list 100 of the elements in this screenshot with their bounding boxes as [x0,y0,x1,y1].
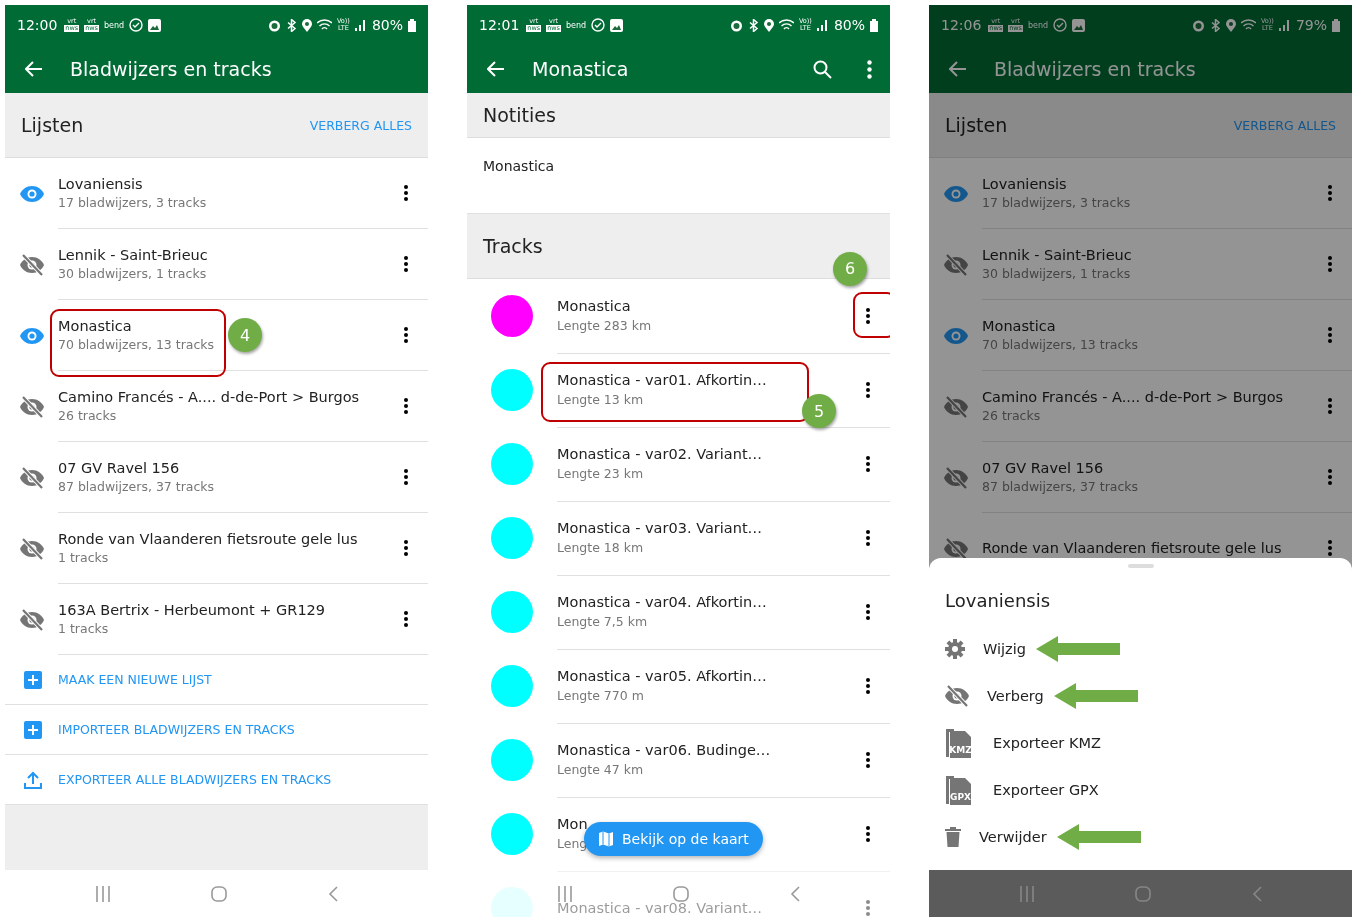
settings-icon [945,638,965,659]
track-name[interactable]: Monastica - var04. Afkortin… [557,594,767,610]
plus-icon [24,720,42,739]
back-arrow-icon[interactable] [487,61,505,77]
status-time: 12:06 [941,17,982,33]
eye-icon[interactable] [943,185,968,202]
list-name[interactable]: Ronde van Vlaanderen fietsroute gele lus [58,531,358,547]
signal-icon [354,19,367,31]
more-icon [866,825,870,842]
more-icon [866,677,870,694]
screen-title: Monastica [532,58,630,80]
highlight-outline [853,291,890,338]
menu-option[interactable]: Verwijder [945,826,1047,847]
menu-option[interactable]: GPX Exporteer GPX [945,774,1099,805]
eye-crossed-icon[interactable] [945,684,969,707]
search-icon[interactable] [813,59,832,79]
recent-apps-icon[interactable] [1019,885,1036,902]
more-icon [404,256,408,272]
home-icon[interactable] [673,885,690,902]
list-details: 30 bladwijzers, 1 tracks [982,266,1131,281]
note-text: Monastica [483,158,555,174]
list-name[interactable]: Lovaniensis [982,176,1067,192]
drag-handle[interactable] [1127,564,1154,568]
image-icon [610,18,624,32]
more-icon [1328,469,1332,485]
more-icon [1328,540,1332,556]
list-name[interactable]: Ronde van Vlaanderen fietsroute gele lus [982,540,1282,556]
check-circle-icon [591,18,606,32]
more-icon [866,603,870,620]
list-name[interactable]: 07 GV Ravel 156 [58,460,180,476]
track-name[interactable]: Monastica - var03. Variant… [557,520,763,536]
list-name[interactable]: Lennik - Saint-Brieuc [58,247,208,263]
track-length: Lengte 23 km [557,466,644,481]
location-icon [301,18,312,32]
more-icon [404,398,408,414]
home-icon[interactable] [211,885,228,902]
track-length: Lengte 283 km [557,318,652,333]
wifi-icon [316,19,332,31]
image-icon [1072,18,1086,32]
track-length: Lengte 18 km [557,540,644,555]
screen-title: Bladwijzers en tracks [70,58,273,80]
wifi-icon [778,19,794,31]
list-name[interactable]: Camino Francés - A.... d-de-Port > Burgos [58,389,360,405]
back-icon[interactable] [789,885,800,902]
list-name[interactable]: 07 GV Ravel 156 [982,460,1104,476]
track-name[interactable]: Monastica - var01. Afkortin… [557,372,767,388]
back-arrow-icon[interactable] [25,61,43,77]
battery-icon [1332,18,1340,32]
section-title: Lijsten [945,114,1008,136]
list-details: 17 bladwijzers, 3 tracks [58,195,207,210]
image-icon [148,18,162,32]
more-icon [1328,398,1332,414]
back-arrow-icon[interactable] [949,61,967,77]
more-icon [404,469,408,485]
list-details: 70 bladwijzers, 13 tracks [58,337,215,352]
track-color-dot [491,887,533,917]
signal-icon [1278,19,1291,31]
callout-number: 4 [228,318,262,352]
section-title: Notities [483,104,556,126]
eye-crossed-icon[interactable] [19,395,44,418]
eye-crossed-icon[interactable] [19,608,44,631]
list-name[interactable]: Monastica [982,318,1056,334]
more-icon[interactable] [867,59,872,79]
track-name[interactable]: Monastica - var05. Afkortin… [557,668,767,684]
battery-level: 80% [833,17,865,33]
battery-icon [870,18,878,32]
bluetooth-icon [1209,18,1221,32]
list-name[interactable]: 163A Bertrix - Herbeumont + GR129 [58,602,326,618]
list-name[interactable]: Lovaniensis [58,176,143,192]
more-icon [866,455,870,472]
more-icon [404,327,408,343]
recent-apps-icon[interactable] [557,885,574,902]
recent-apps-icon[interactable] [95,885,112,902]
back-icon[interactable] [327,885,338,902]
menu-option[interactable]: KMZ Exporteer KMZ [945,727,1101,758]
screen-title: Bladwijzers en tracks [994,58,1197,80]
eye-crossed-icon[interactable] [19,537,44,560]
menu-option[interactable]: Verberg [945,684,1044,707]
track-name[interactable]: Monastica - var06. Budinge… [557,742,771,758]
more-icon [404,185,408,201]
eye-icon[interactable] [19,327,44,344]
track-name[interactable]: Monastica [557,298,631,314]
list-name[interactable]: Camino Francés - A.... d-de-Port > Burgos [982,389,1284,405]
list-name[interactable]: Lennik - Saint-Brieuc [982,247,1132,263]
eye-crossed-icon[interactable] [19,466,44,489]
battery-level: 80% [371,17,403,33]
status-time: 12:01 [479,17,520,33]
battery-level: 79% [1295,17,1327,33]
check-circle-icon [1053,18,1068,32]
menu-option[interactable]: Wijzig [945,638,1026,659]
track-length: Lengte 13 km [557,392,644,407]
eye-icon[interactable] [19,185,44,202]
more-icon [866,751,870,768]
list-details: 1 tracks [58,621,109,636]
more-icon [1328,327,1332,343]
list-name[interactable]: Monastica [58,318,132,334]
upload-icon [24,770,42,789]
eye-crossed-icon[interactable] [19,253,44,276]
eye-icon[interactable] [943,327,968,344]
track-name[interactable]: Monastica - var02. Variant… [557,446,763,462]
